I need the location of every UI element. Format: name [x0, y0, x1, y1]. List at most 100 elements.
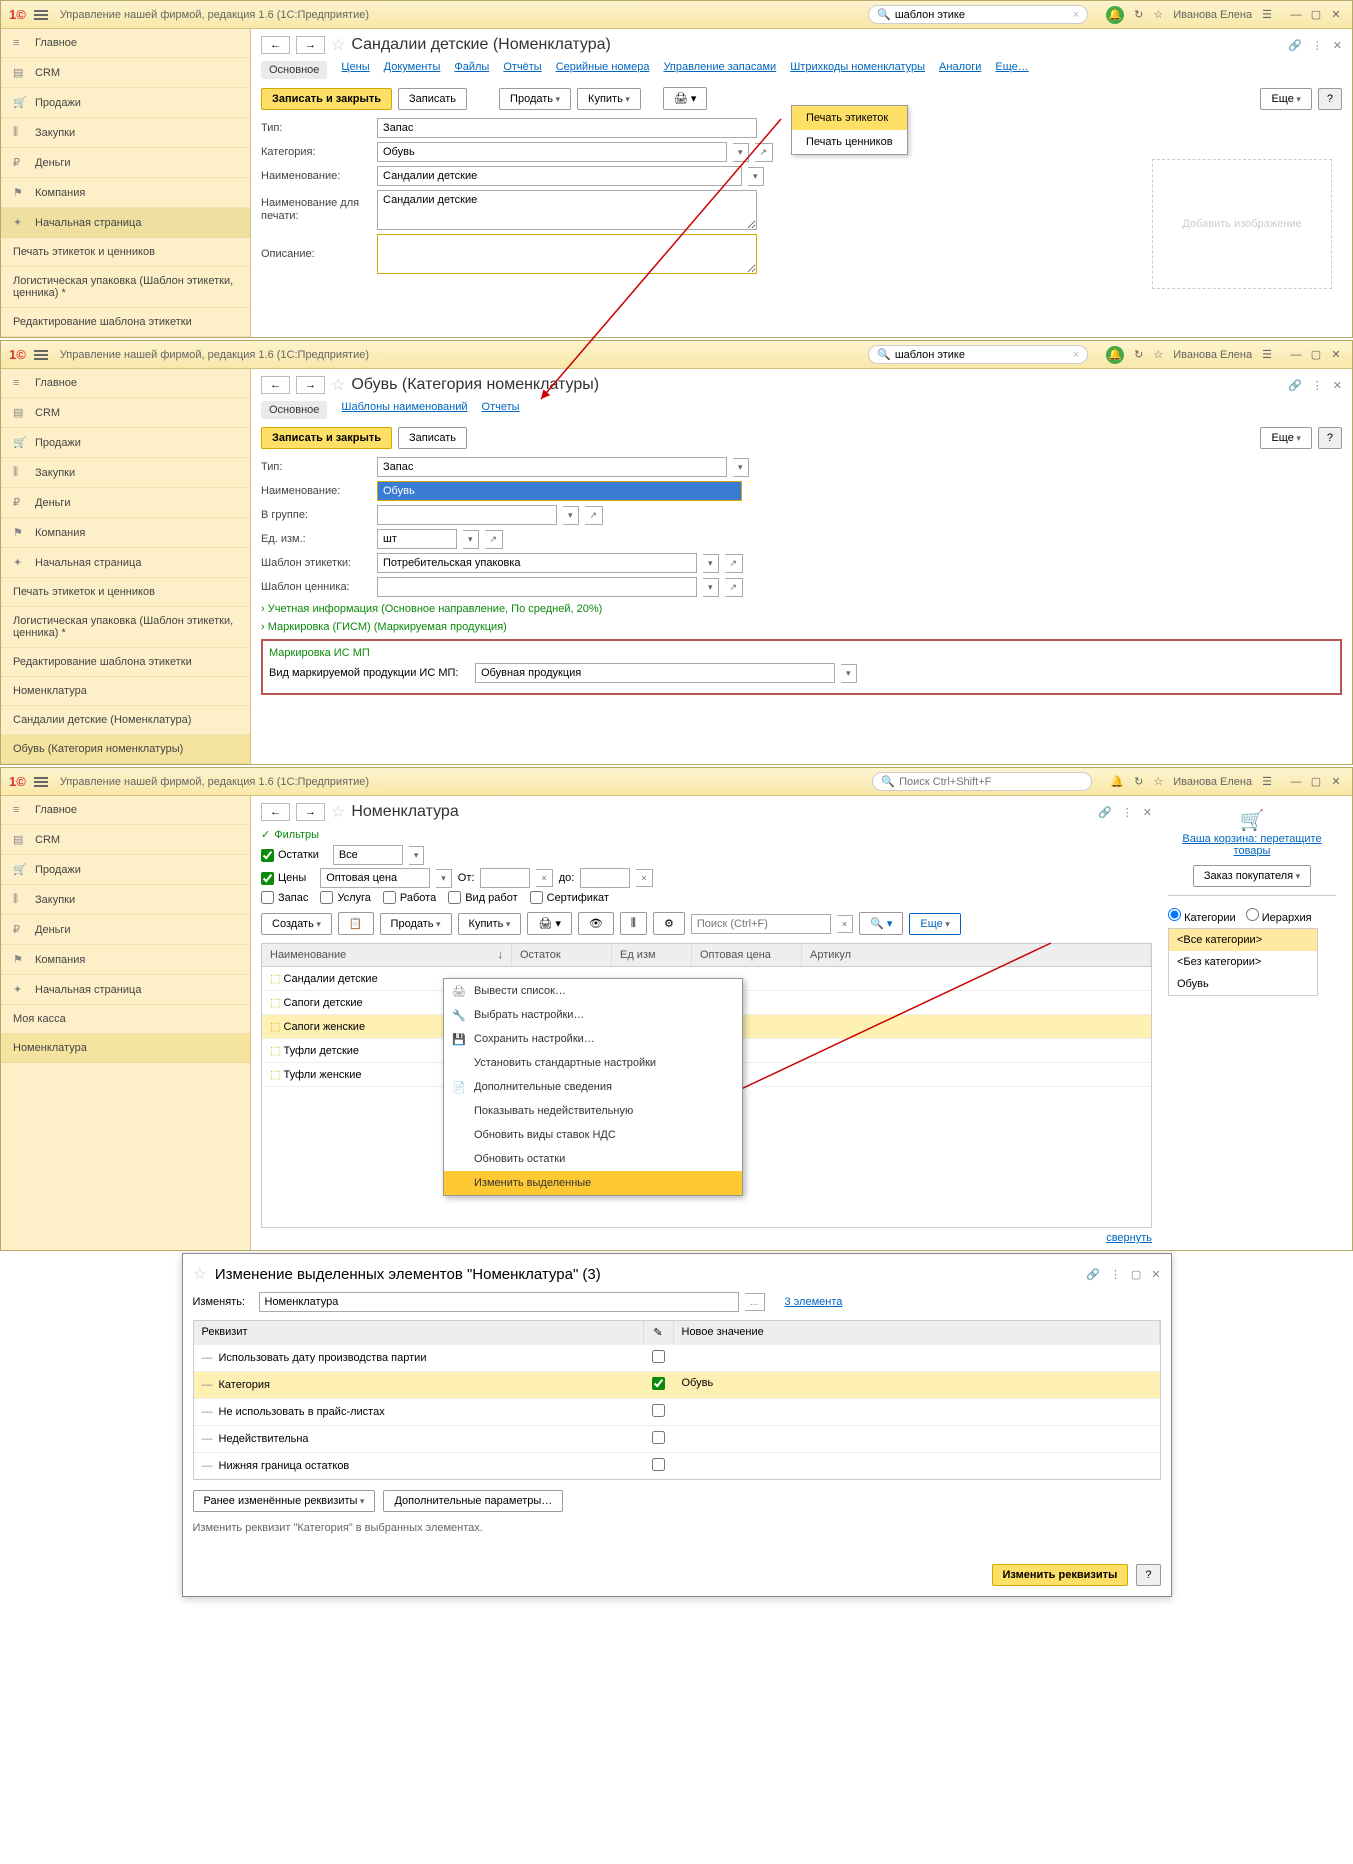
print-button[interactable]: 🖨 ▾ [663, 87, 708, 110]
clear-icon[interactable]: × [1073, 9, 1079, 21]
sidebar-sales[interactable]: 🛒Продажи [1, 855, 250, 885]
bell-icon[interactable]: 🔔 [1106, 6, 1124, 24]
radio-cats[interactable]: Категории [1168, 908, 1236, 924]
tab-files[interactable]: Файлы [454, 61, 489, 79]
sidebar-company[interactable]: ⚑Компания [1, 178, 250, 208]
acc-info-link[interactable]: › Учетная информация (Основное направлен… [261, 603, 602, 615]
radio-hier[interactable]: Иерархия [1246, 908, 1312, 924]
sidebar-purchases[interactable]: ⫼Закупки [1, 118, 250, 148]
link-icon[interactable]: 🔗 [1086, 1268, 1100, 1281]
user-name[interactable]: Иванова Елена [1173, 9, 1252, 21]
price-select[interactable] [320, 868, 430, 888]
category-dd[interactable]: ▾ [733, 143, 749, 162]
nav-back[interactable]: ← [261, 376, 290, 394]
more-button[interactable]: Еще [1260, 88, 1311, 110]
sidebar-main[interactable]: ≡Главное [1, 29, 250, 58]
save-button[interactable]: Записать [398, 427, 467, 449]
filters-header[interactable]: ✓ Фильтры [261, 828, 1152, 841]
sidebar-logistics[interactable]: Логистическая упаковка (Шаблон этикетки,… [1, 607, 250, 648]
category-open[interactable]: ↗ [755, 143, 774, 162]
menu-icon[interactable] [34, 10, 48, 20]
more-button[interactable]: Еще [1260, 427, 1311, 449]
minimize-button[interactable]: — [1288, 775, 1304, 789]
help-button[interactable]: ? [1136, 1564, 1160, 1586]
col-unit[interactable]: Ед изм [612, 944, 692, 966]
copy-button[interactable]: 📋 [338, 912, 374, 935]
cb-cert[interactable]: Сертификат [530, 891, 609, 904]
ctx-save[interactable]: 💾Сохранить настройки… [444, 1027, 742, 1051]
global-search[interactable]: 🔍× [868, 345, 1088, 364]
attr-chk[interactable] [652, 1431, 665, 1444]
name-input[interactable] [377, 481, 742, 501]
category-input[interactable] [377, 142, 727, 162]
pricetpl-input[interactable] [377, 577, 697, 597]
tab-reports[interactable]: Отчеты [482, 401, 520, 419]
cat-all[interactable]: <Все категории> [1169, 929, 1317, 951]
ctx-updrest[interactable]: Обновить остатки [444, 1147, 742, 1171]
tab-stock[interactable]: Управление запасами [663, 61, 776, 79]
nav-back[interactable]: ← [261, 803, 290, 821]
nav-back[interactable]: ← [261, 36, 290, 54]
sidebar-logistics[interactable]: Логистическая упаковка (Шаблон этикетки,… [1, 267, 250, 308]
star-icon[interactable]: ☆ [1153, 775, 1163, 788]
labeltpl-input[interactable] [377, 553, 697, 573]
type-input[interactable] [377, 457, 727, 477]
col-rest[interactable]: Остаток [512, 944, 612, 966]
sidebar-labels[interactable]: Печать этикеток и ценников [1, 578, 250, 607]
sidebar-nomenclature[interactable]: Номенклатура [1, 677, 250, 706]
search-input[interactable] [895, 9, 1069, 21]
favorite-star[interactable]: ☆ [331, 375, 345, 395]
sidebar-edit-template[interactable]: Редактирование шаблона этикетки [1, 308, 250, 337]
sidebar-home[interactable]: ✦Начальная страница [1, 975, 250, 1005]
ismp-dd[interactable]: ▾ [841, 664, 857, 683]
attr-row[interactable]: —Нижняя граница остатков [194, 1452, 1160, 1479]
prev-attrs-button[interactable]: Ранее изменённые реквизиты [193, 1490, 376, 1512]
more-icon[interactable]: ⋮ [1110, 1268, 1121, 1281]
attr-chk[interactable] [652, 1377, 665, 1390]
tab-analogs[interactable]: Аналоги [939, 61, 981, 79]
stock-dd[interactable]: ▾ [409, 846, 425, 865]
sell-button[interactable]: Продать [380, 913, 452, 935]
printname-input[interactable]: Сандалии детские [377, 190, 757, 230]
user-menu-icon[interactable]: ☰ [1262, 8, 1272, 21]
cat-shoes[interactable]: Обувь [1169, 973, 1317, 995]
pricetpl-open[interactable]: ↗ [725, 578, 744, 597]
more-button[interactable]: Еще [909, 913, 960, 935]
eye-button[interactable]: 👁 [578, 912, 614, 935]
star-icon[interactable]: ☆ [1153, 348, 1163, 361]
tab-docs[interactable]: Документы [384, 61, 441, 79]
star-icon[interactable]: ☆ [1153, 8, 1163, 21]
tab-templates[interactable]: Шаблоны наименований [341, 401, 467, 419]
unit-dd[interactable]: ▾ [463, 530, 479, 549]
tab-more[interactable]: Еще… [995, 61, 1028, 79]
unit-input[interactable] [377, 529, 457, 549]
save-close-button[interactable]: Записать и закрыть [261, 88, 392, 110]
sidebar-purchases[interactable]: ⫼Закупки [1, 885, 250, 915]
name-input[interactable] [377, 166, 742, 186]
create-button[interactable]: Создать [261, 913, 332, 935]
sidebar-sandals[interactable]: Сандалии детские (Номенклатура) [1, 706, 250, 735]
tab-main[interactable]: Основное [261, 61, 327, 79]
cb-stock[interactable]: Запас [261, 891, 308, 904]
tab-barcodes[interactable]: Штрихкоды номенклатуры [790, 61, 925, 79]
elements-link[interactable]: 3 элемента [785, 1296, 843, 1308]
maximize-button[interactable]: ▢ [1308, 8, 1324, 22]
nav-fwd[interactable]: → [296, 36, 325, 54]
maximize-button[interactable]: ▢ [1308, 348, 1324, 362]
buy-button[interactable]: Купить [458, 913, 522, 935]
type-dd[interactable]: ▾ [733, 458, 749, 477]
sidebar-crm[interactable]: ▤CRM [1, 58, 250, 88]
labeltpl-dd[interactable]: ▾ [703, 554, 719, 573]
group-open[interactable]: ↗ [585, 506, 604, 525]
cat-none[interactable]: <Без категории> [1169, 951, 1317, 973]
ctx-choose[interactable]: 🔧Выбрать настройки… [444, 1003, 742, 1027]
buy-button[interactable]: Купить [577, 88, 641, 110]
cart-link[interactable]: Ваша корзина: перетащите товары [1182, 833, 1321, 857]
history-icon[interactable]: ↻ [1134, 348, 1143, 361]
nav-fwd[interactable]: → [296, 803, 325, 821]
to-input[interactable] [580, 868, 630, 888]
more-icon[interactable]: ⋮ [1122, 806, 1133, 819]
close-page[interactable]: ✕ [1333, 39, 1342, 52]
user-menu-icon[interactable]: ☰ [1262, 348, 1272, 361]
sidebar-nomenclature[interactable]: Номенклатура [1, 1034, 250, 1063]
